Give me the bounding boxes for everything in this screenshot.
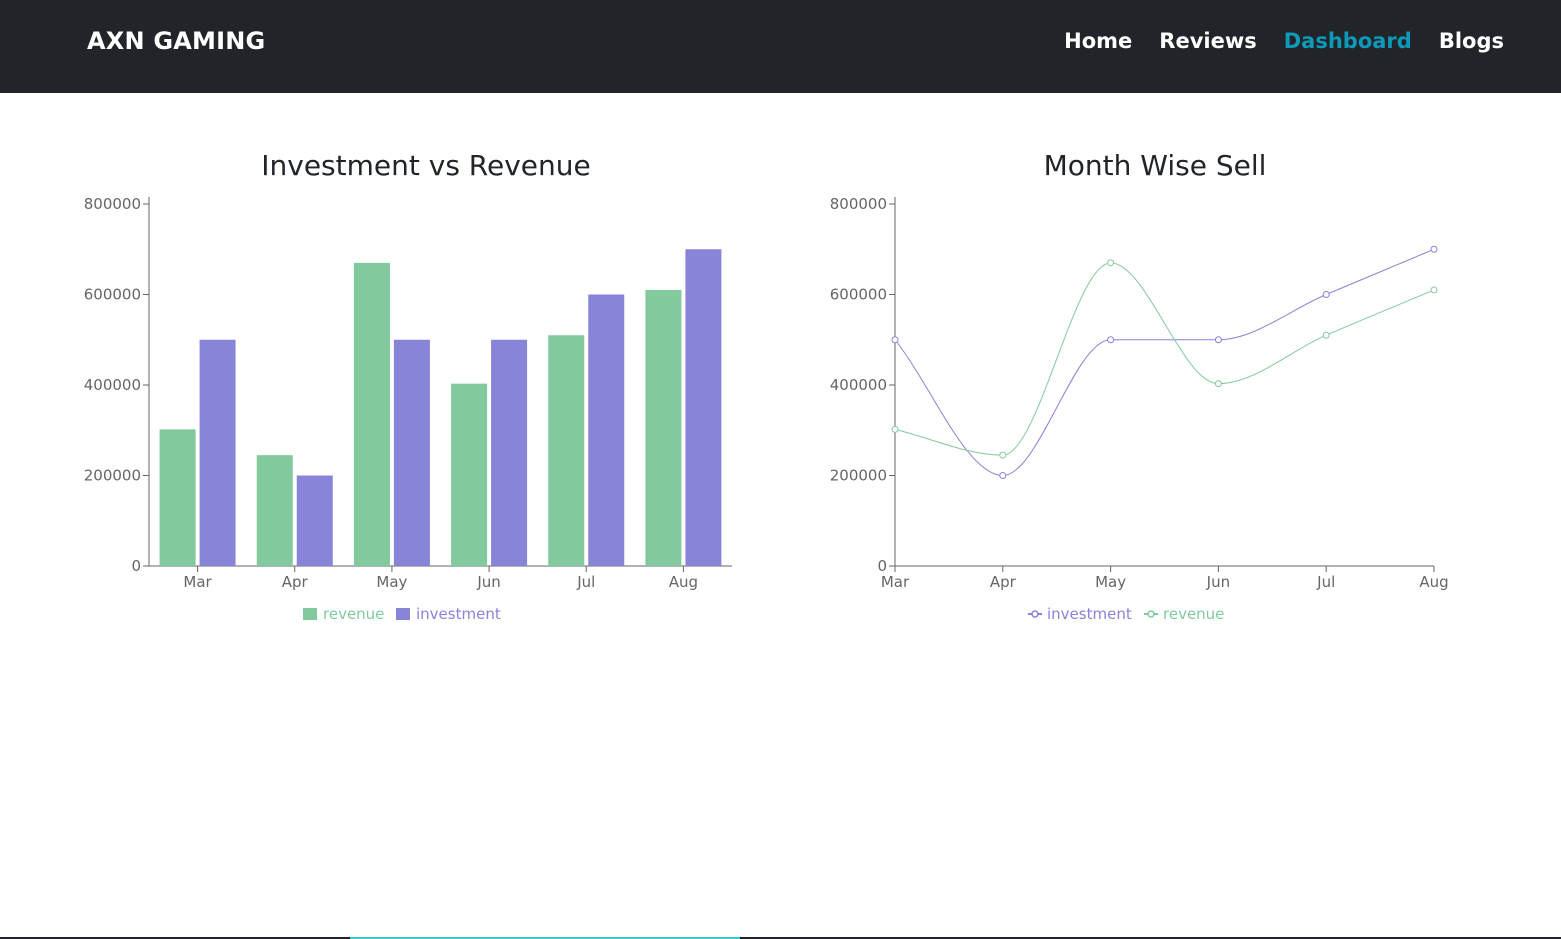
bar-investment-may — [393, 339, 430, 566]
bar-revenue-jun — [451, 383, 488, 566]
point-investment-aug — [1430, 245, 1438, 253]
nav-links: Home Reviews Dashboard Blogs — [1064, 29, 1504, 53]
legend-label-revenue: revenue — [1163, 605, 1224, 623]
bar-investment-jul — [588, 294, 625, 566]
x-tick-label: Apr — [990, 573, 1017, 591]
y-tick-label: 800000 — [830, 195, 887, 213]
chart-title: Month Wise Sell — [1044, 149, 1267, 182]
point-revenue-mar — [891, 425, 899, 433]
legend-icon-dot-revenue — [1147, 610, 1155, 618]
nav-link-home[interactable]: Home — [1064, 29, 1132, 53]
bar-revenue-jul — [548, 335, 585, 566]
point-investment-jul — [1322, 291, 1330, 298]
chart-title: Investment vs Revenue — [261, 149, 591, 182]
line-investment — [894, 248, 1435, 477]
bar-revenue-aug — [645, 289, 682, 566]
y-tick-label: 200000 — [84, 467, 141, 485]
point-revenue-apr — [999, 451, 1007, 459]
point-revenue-may — [1107, 259, 1115, 267]
x-tick-label: Jun — [1206, 573, 1230, 591]
point-investment-mar — [891, 336, 899, 344]
legend-label-investment: investment — [416, 605, 501, 623]
bar-investment-mar — [199, 339, 236, 566]
legend-swatch-investment — [396, 608, 410, 620]
line-revenue — [894, 262, 1435, 456]
bar-revenue-apr — [256, 455, 293, 566]
bar-chart: Investment vs Revenue 0 200000 400000 600000… — [84, 149, 732, 623]
bar-revenue-may — [353, 262, 390, 566]
legend-icon-dot-investment — [1031, 610, 1039, 618]
x-tick-label: Apr — [282, 573, 309, 591]
legend-label-investment: investment — [1047, 605, 1132, 623]
y-tick-label: 0 — [131, 557, 141, 575]
point-revenue-aug — [1430, 286, 1438, 294]
x-tick-label: May — [376, 573, 407, 591]
line-chart: Month Wise Sell0200000400000600000800000… — [830, 149, 1449, 623]
navbar: AXN GAMING Home Reviews Dashboard Blogs — [0, 0, 1561, 93]
point-investment-jun — [1214, 336, 1222, 344]
x-tick-label: Mar — [881, 573, 910, 591]
bar-revenue-mar — [159, 429, 196, 566]
y-tick-label: 600000 — [84, 286, 141, 304]
x-tick-label: May — [1095, 573, 1126, 591]
nav-link-reviews[interactable]: Reviews — [1159, 29, 1256, 53]
x-tick-label: Aug — [669, 573, 698, 591]
point-investment-apr — [999, 472, 1007, 479]
nav-link-dashboard[interactable]: Dashboard — [1284, 29, 1412, 53]
y-tick-label: 200000 — [830, 467, 887, 485]
y-tick-label: 600000 — [830, 286, 887, 304]
bar-investment-jun — [491, 339, 528, 566]
point-revenue-jul — [1322, 331, 1330, 339]
point-revenue-jun — [1214, 380, 1222, 388]
bar-investment-apr — [296, 475, 333, 566]
bar-investment-aug — [685, 249, 722, 566]
point-investment-may — [1107, 336, 1115, 344]
y-tick-label: 400000 — [830, 376, 887, 394]
nav-link-blogs[interactable]: Blogs — [1439, 29, 1504, 53]
x-tick-label: Jul — [576, 573, 595, 591]
x-tick-label: Mar — [183, 573, 212, 591]
legend-label-revenue: revenue — [323, 605, 384, 623]
x-tick-label: Jul — [1316, 573, 1335, 591]
x-tick-label: Jun — [476, 573, 500, 591]
legend-swatch-revenue — [303, 608, 317, 620]
y-tick-label: 400000 — [84, 376, 141, 394]
brand-logo-link[interactable]: AXN GAMING — [87, 27, 265, 55]
y-tick-label: 800000 — [84, 195, 141, 213]
x-tick-label: Aug — [1419, 573, 1448, 591]
